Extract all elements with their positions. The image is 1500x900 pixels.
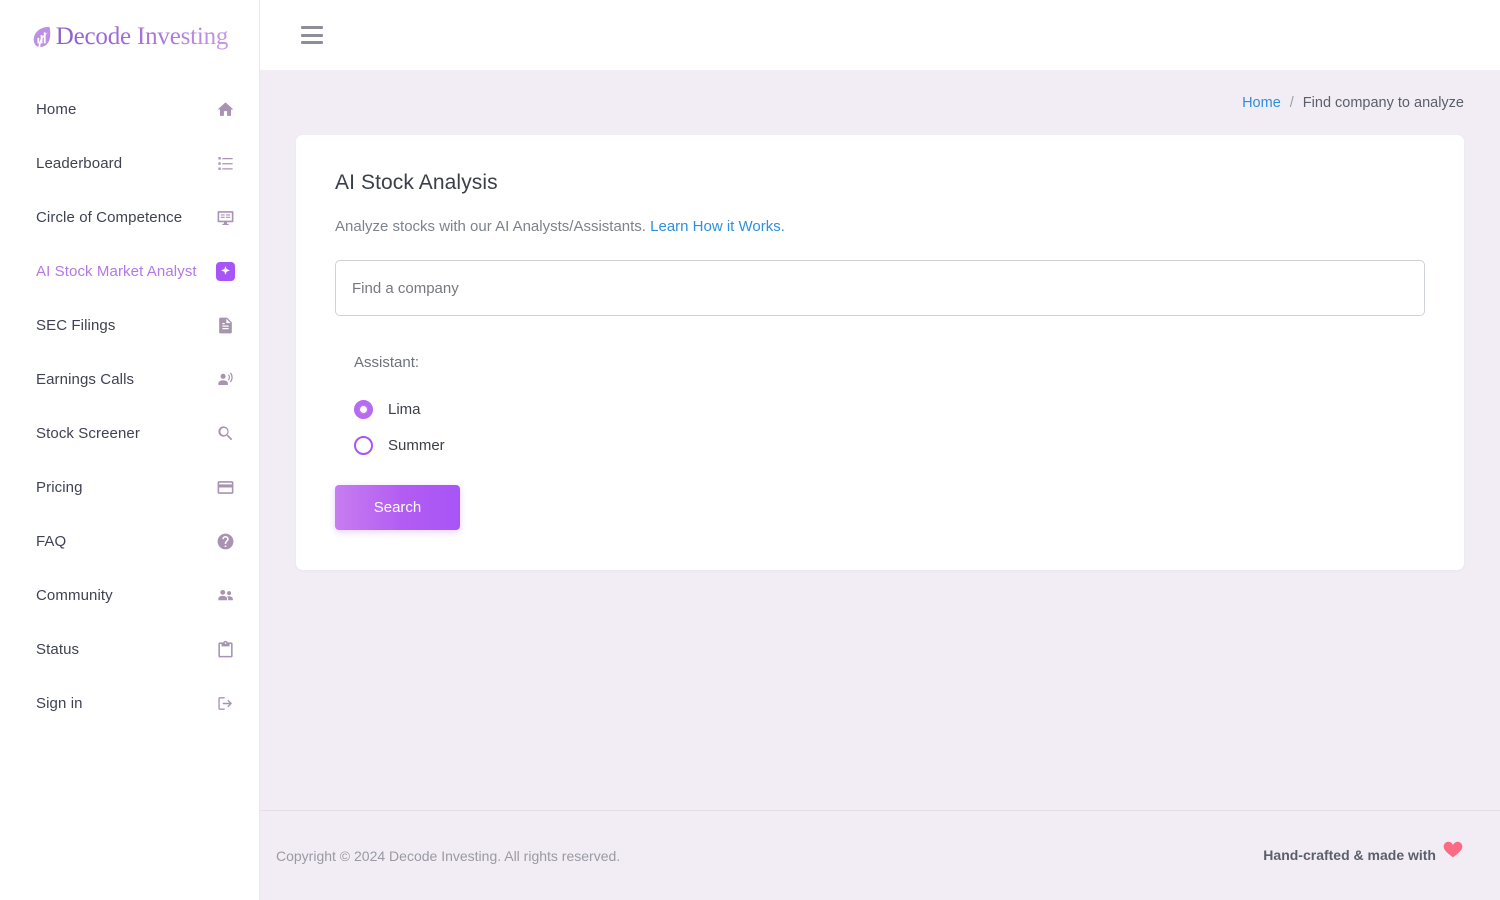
hamburger-bar (301, 41, 323, 44)
breadcrumb-home-link[interactable]: Home (1242, 95, 1281, 111)
record-voice-icon (216, 370, 235, 389)
sidebar-item-label: SEC Filings (36, 316, 116, 334)
sidebar-item-leaderboard[interactable]: Leaderboard (0, 136, 259, 190)
credit-card-icon (216, 478, 235, 497)
assistant-radio-summer[interactable]: Summer (354, 427, 1425, 463)
sidebar-item-community[interactable]: Community (0, 568, 259, 622)
sidebar-item-earnings-calls[interactable]: Earnings Calls (0, 352, 259, 406)
sidebar-item-ai-stock-market-analyst[interactable]: AI Stock Market Analyst (0, 244, 259, 298)
topbar (260, 0, 1500, 70)
home-icon (216, 100, 235, 119)
sparkle-badge-icon (216, 261, 235, 281)
footer-credit: Hand-crafted & made with (1263, 841, 1464, 865)
sidebar: Decode Investing Home Leaderboard Circle… (0, 0, 260, 900)
footer-credit-text: Hand-crafted & made with (1263, 846, 1436, 863)
learn-how-it-works-link[interactable]: Learn How it Works. (650, 218, 785, 235)
sidebar-item-home[interactable]: Home (0, 82, 259, 136)
sidebar-item-label: Circle of Competence (36, 208, 183, 226)
login-icon (216, 694, 235, 713)
sidebar-nav: Home Leaderboard Circle of Competence AI… (0, 70, 259, 730)
sidebar-item-pricing[interactable]: Pricing (0, 460, 259, 514)
ai-stock-analysis-card: AI Stock Analysis Analyze stocks with ou… (296, 135, 1464, 570)
footer-copyright: Copyright © 2024 Decode Investing. All r… (276, 847, 621, 864)
breadcrumb: Home / Find company to analyze (260, 70, 1500, 135)
hamburger-menu-icon[interactable] (301, 26, 323, 44)
hamburger-bar (301, 26, 323, 29)
sidebar-item-stock-screener[interactable]: Stock Screener (0, 406, 259, 460)
radio-selected-icon (354, 399, 373, 419)
sidebar-item-label: Pricing (36, 478, 83, 496)
search-button[interactable]: Search (335, 485, 460, 530)
radio-unselected-icon (354, 435, 373, 455)
sidebar-item-faq[interactable]: FAQ (0, 514, 259, 568)
assistant-label: Assistant: (354, 354, 420, 371)
assistant-radio-lima[interactable]: Lima (354, 391, 1425, 427)
app-root: Decode Investing Home Leaderboard Circle… (0, 0, 1500, 900)
sidebar-item-label: Leaderboard (36, 154, 123, 172)
clipboard-icon (216, 640, 235, 659)
card-subtitle-text: Analyze stocks with our AI Analysts/Assi… (335, 218, 646, 235)
breadcrumb-current: Find company to analyze (1302, 94, 1464, 111)
sidebar-item-sec-filings[interactable]: SEC Filings (0, 298, 259, 352)
main-content: Home / Find company to analyze AI Stock … (260, 70, 1500, 900)
assistant-radio-label: Summer (388, 436, 445, 454)
sidebar-item-label: Status (36, 640, 80, 658)
dashboard-card-icon (216, 208, 235, 227)
sidebar-item-label: Community (36, 586, 113, 604)
brand-name: Decode Investing (55, 23, 229, 50)
people-icon (216, 586, 235, 605)
assistant-radio-group: Lima Summer (335, 391, 1425, 463)
sidebar-item-label: Earnings Calls (36, 370, 135, 388)
sidebar-item-sign-in[interactable]: Sign in (0, 676, 259, 730)
sidebar-item-label: Sign in (36, 694, 83, 712)
page-title: AI Stock Analysis (335, 171, 498, 194)
document-icon (216, 316, 235, 335)
find-company-input[interactable] (335, 260, 1425, 316)
breadcrumb-separator: / (1289, 94, 1294, 111)
hamburger-bar (301, 33, 323, 37)
leaf-chart-logo-icon (31, 25, 53, 49)
assistant-radio-label: Lima (388, 400, 421, 418)
sidebar-item-label: FAQ (36, 532, 67, 550)
brand-logo[interactable]: Decode Investing (0, 0, 259, 70)
sidebar-item-circle-of-competence[interactable]: Circle of Competence (0, 190, 259, 244)
list-icon (216, 154, 235, 173)
card-subtitle: Analyze stocks with our AI Analysts/Assi… (335, 218, 1425, 235)
heart-icon (1442, 838, 1464, 860)
sidebar-item-label: AI Stock Market Analyst (36, 262, 197, 280)
footer: Copyright © 2024 Decode Investing. All r… (260, 810, 1500, 900)
sidebar-item-label: Stock Screener (36, 424, 140, 442)
help-circle-icon (216, 532, 235, 551)
sidebar-item-status[interactable]: Status (0, 622, 259, 676)
sidebar-item-label: Home (36, 100, 77, 118)
search-icon (216, 424, 235, 443)
